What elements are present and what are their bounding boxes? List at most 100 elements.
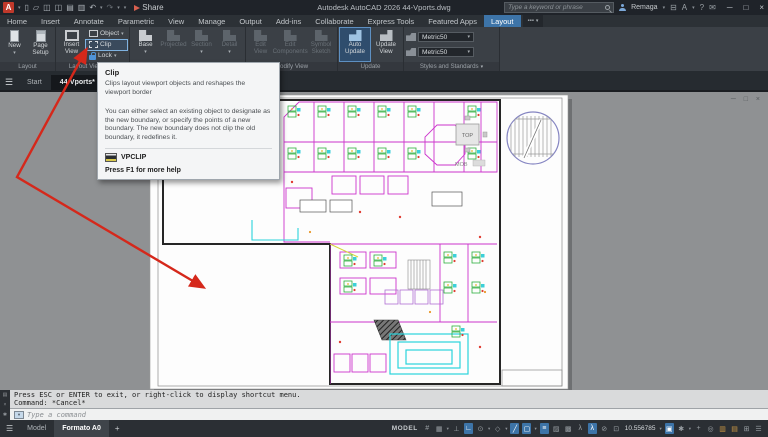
viewport-maximize-toggle[interactable]: ⊡ xyxy=(612,423,621,434)
user-caret-icon[interactable]: ▾ xyxy=(663,5,666,11)
sheet-set-icon[interactable]: ▥ xyxy=(78,2,86,13)
iso-caret-icon[interactable]: ▾ xyxy=(505,426,507,432)
user-avatar-icon[interactable] xyxy=(619,4,626,11)
plot-icon[interactable]: ▤ xyxy=(66,2,74,13)
user-name[interactable]: Remaga xyxy=(631,4,657,11)
tab-annotate[interactable]: Annotate xyxy=(67,15,111,27)
command-input[interactable]: ▾ Type a command xyxy=(10,408,768,420)
view-grip-bottom[interactable] xyxy=(465,148,470,152)
command-grid-icon[interactable]: ▤ xyxy=(3,392,8,398)
app-store-icon[interactable]: ⊟ xyxy=(670,3,677,12)
search-icon[interactable] xyxy=(605,5,610,10)
tab-addins[interactable]: Add-ins xyxy=(269,15,308,27)
annotation-monitor-toggle[interactable]: ▣ xyxy=(665,423,674,434)
auto-update-button[interactable]: Auto Update xyxy=(340,28,370,61)
tab-output[interactable]: Output xyxy=(232,15,269,27)
help-search-field[interactable]: Type a keyword or phrase xyxy=(504,2,614,13)
layout-tabs-menu-icon[interactable]: ☰ xyxy=(0,424,19,433)
command-close-icon[interactable]: × xyxy=(4,402,7,408)
share-button[interactable]: Share xyxy=(134,3,163,12)
view-grip-right[interactable] xyxy=(483,132,487,137)
tab-parametric[interactable]: Parametric xyxy=(111,15,161,27)
new-layout-tab-button[interactable]: + xyxy=(109,424,126,433)
annotation-visibility-toggle[interactable]: λ xyxy=(576,423,585,434)
minimize-button[interactable]: ─ xyxy=(727,3,733,12)
object-snap-tracking-toggle[interactable]: ╱ xyxy=(510,423,519,434)
new-layout-button[interactable]: New ▾ xyxy=(2,28,27,61)
annotation-autoscale-toggle[interactable]: λ xyxy=(588,423,597,434)
panel-label-update[interactable]: Update xyxy=(338,62,403,71)
panel-label-layout[interactable]: Layout xyxy=(0,62,55,71)
infer-constraints-toggle[interactable]: ⊥ xyxy=(452,423,461,434)
layout-tab-formato-a0[interactable]: Formato A0 xyxy=(54,420,109,437)
page-setup-button[interactable]: Page Setup xyxy=(28,28,53,61)
close-button[interactable]: × xyxy=(759,3,764,12)
update-view-button[interactable]: Update View xyxy=(371,28,401,61)
ortho-mode-toggle[interactable]: ∟ xyxy=(464,423,473,434)
command-prompt-icon[interactable]: ▾ xyxy=(14,411,24,419)
isolate-objects-toggle[interactable]: ◎ xyxy=(706,423,715,434)
access-caret-icon[interactable]: ▾ xyxy=(692,5,695,11)
command-history[interactable]: Press ESC or ENTER to exit, or right-cli… xyxy=(10,390,768,408)
file-tab-menu-icon[interactable]: ☰ xyxy=(0,75,18,90)
save-icon[interactable]: ◫ xyxy=(43,2,51,13)
lock-viewport-button[interactable]: Lock ▾ xyxy=(86,51,127,61)
clip-object-button[interactable]: Object ▾ xyxy=(86,29,127,39)
layout-tab-model[interactable]: Model xyxy=(19,420,54,437)
ribbon-options-button[interactable]: ▪▪▪▾ xyxy=(523,15,544,27)
tab-collaborate[interactable]: Collaborate xyxy=(308,15,360,27)
insert-view-button[interactable]: Insert View xyxy=(58,28,85,61)
viewport-window-controls[interactable]: ─ □ × xyxy=(731,96,763,103)
autodesk-access-icon[interactable]: A xyxy=(682,3,687,12)
annotation-lock-toggle[interactable]: ⊘ xyxy=(600,423,609,434)
snap-caret-icon[interactable]: ▾ xyxy=(447,426,449,432)
restore-button[interactable]: □ xyxy=(743,3,748,12)
redo-caret-icon[interactable]: ▾ xyxy=(117,5,120,11)
tab-express-tools[interactable]: Express Tools xyxy=(361,15,422,27)
viewport-scale-value[interactable]: 10.556785 xyxy=(625,425,656,432)
osnap-caret-icon[interactable]: ▾ xyxy=(534,426,536,432)
add-tools-button[interactable]: + xyxy=(694,423,703,434)
standard-style-select[interactable]: Metric50 ▾ xyxy=(418,47,474,57)
tab-featured-apps[interactable]: Featured Apps xyxy=(421,15,484,27)
save-as-icon[interactable]: ◫ xyxy=(55,2,63,13)
help-icon[interactable]: ? xyxy=(700,3,704,12)
customization-gear-icon[interactable]: ✱ xyxy=(677,423,686,434)
snap-mode-toggle[interactable]: ▦ xyxy=(435,423,444,434)
panel-label-styles-standards[interactable]: Styles and Standards▾ xyxy=(404,62,499,71)
view-style-select[interactable]: Metric50 ▾ xyxy=(418,32,474,42)
view-grip-top[interactable] xyxy=(465,116,470,120)
graphics-performance-icon[interactable]: ▥ xyxy=(718,423,727,434)
clip-button[interactable]: Clip xyxy=(86,40,127,50)
isometric-drafting-toggle[interactable]: ◇ xyxy=(493,423,502,434)
autocad-logo-icon[interactable]: A xyxy=(3,2,14,13)
tab-view[interactable]: View xyxy=(161,15,191,27)
status-bar-menu-icon[interactable]: ☰ xyxy=(754,423,763,434)
scale-caret-icon[interactable]: ▾ xyxy=(659,426,661,432)
gear-caret-icon[interactable]: ▾ xyxy=(689,426,691,432)
polar-tracking-toggle[interactable]: ⊙ xyxy=(476,423,485,434)
tab-home[interactable]: Home xyxy=(0,15,34,27)
new-file-icon[interactable]: ▯ xyxy=(25,2,29,13)
tab-manage[interactable]: Manage xyxy=(191,15,232,27)
command-customize-icon[interactable]: ✱ xyxy=(3,412,7,418)
undo-caret-icon[interactable]: ▾ xyxy=(100,5,103,11)
tab-layout[interactable]: Layout xyxy=(484,15,521,27)
lineweight-toggle[interactable]: ≡ xyxy=(540,423,549,434)
file-tab-start[interactable]: Start xyxy=(18,75,51,90)
feedback-icon[interactable]: ✉ xyxy=(709,3,716,12)
model-space-button[interactable]: MODEL xyxy=(392,425,418,432)
workspace-caret-icon[interactable]: ▾ xyxy=(124,5,127,11)
redo-icon[interactable]: ↷ xyxy=(107,2,114,13)
object-snap-toggle[interactable]: ▢ xyxy=(522,423,531,434)
polar-caret-icon[interactable]: ▾ xyxy=(488,426,490,432)
grid-display-toggle[interactable]: # xyxy=(423,423,432,434)
tab-insert[interactable]: Insert xyxy=(34,15,67,27)
app-menu-caret-icon[interactable]: ▾ xyxy=(18,5,21,11)
base-view-button[interactable]: Base ▾ xyxy=(132,28,159,61)
undo-icon[interactable]: ↶ xyxy=(89,2,96,13)
selection-cycling-toggle[interactable]: ▩ xyxy=(564,423,573,434)
transparency-toggle[interactable]: ▨ xyxy=(552,423,561,434)
clean-screen-toggle[interactable]: ⊞ xyxy=(742,423,751,434)
open-file-icon[interactable]: ▱ xyxy=(33,2,39,13)
